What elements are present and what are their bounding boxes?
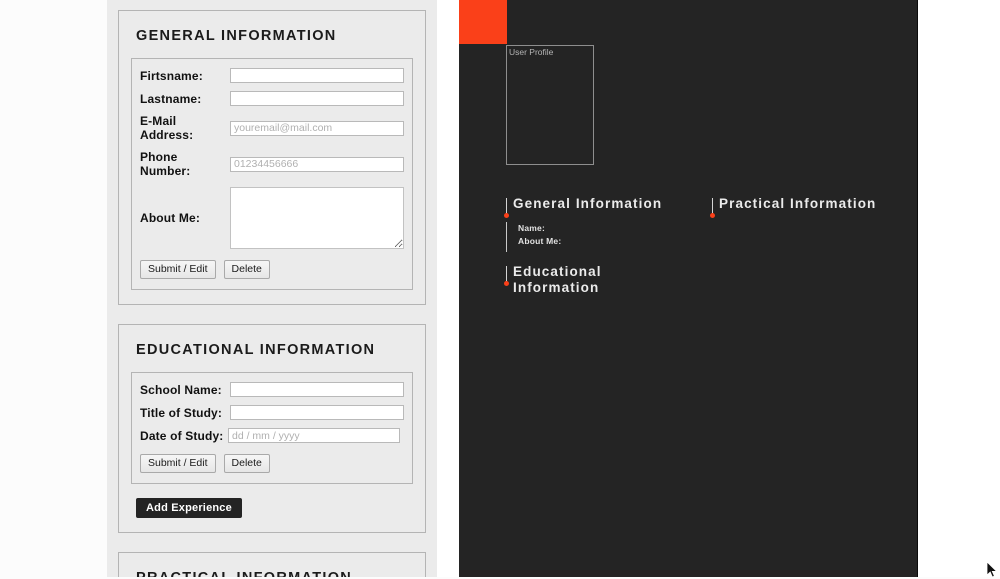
add-experience-button[interactable]: Add Experience: [136, 498, 242, 519]
cv-heading-practical: Practical Information: [710, 196, 910, 218]
submit-edit-button-educational[interactable]: Submit / Edit: [140, 454, 216, 474]
section-practical-information: PRACTICAL INFORMATION Company Name:: [118, 552, 426, 577]
label-about-me: About Me:: [140, 211, 201, 225]
input-email[interactable]: [230, 120, 404, 136]
label-phone: Phone Number:: [140, 150, 191, 178]
cv-heading-educational: Educational Information: [504, 264, 624, 297]
cv-item-name: Name:: [518, 223, 545, 233]
label-firstname: Firtsname:: [140, 68, 203, 83]
cv-heading-general-text: General Information: [513, 196, 663, 211]
button-row-educational: Submit / Edit Delete: [140, 454, 404, 474]
cv-item-about-me: About Me:: [518, 236, 562, 247]
section-title-general: GENERAL INFORMATION: [136, 28, 337, 44]
input-phone[interactable]: [230, 156, 404, 172]
input-title-of-study[interactable]: [230, 405, 404, 421]
section-general-information: GENERAL INFORMATION Firtsname: Lastname:…: [118, 10, 426, 306]
user-profile-image-alt-text: User Profile: [509, 47, 554, 57]
input-about-me[interactable]: [230, 187, 404, 249]
section-title-educational: EDUCATIONAL INFORMATION: [136, 342, 376, 359]
user-profile-image-placeholder: User Profile: [506, 45, 594, 165]
cv-heading-general: General Information: [504, 196, 699, 218]
field-row-phone: Phone Number:: [140, 150, 404, 178]
label-title-of-study: Title of Study:: [140, 405, 223, 420]
cv-heading-practical-text: Practical Information: [719, 196, 877, 211]
delete-button-educational[interactable]: Delete: [223, 454, 270, 474]
accent-block: [459, 0, 507, 44]
label-school-name: School Name:: [140, 382, 222, 397]
field-row-email: E-Mail Address:: [140, 114, 404, 142]
right-gutter: [918, 0, 1000, 577]
cv-heading-educational-text: Educational Information: [513, 264, 602, 296]
fieldset-educational: School Name: Title of Study: Date of Stu…: [131, 372, 413, 485]
label-date-of-study: Date of Study:: [140, 428, 224, 443]
section-title-practical: PRACTICAL INFORMATION: [136, 570, 413, 577]
field-row-title-of-study: Title of Study:: [140, 405, 404, 421]
cv-general-items-bar: [506, 222, 507, 252]
label-email: E-Mail Address:: [140, 114, 194, 142]
input-school-name[interactable]: [230, 382, 404, 398]
fieldset-general: Firtsname: Lastname: E-Mail Address: Pho…: [131, 58, 413, 291]
cv-general-items: Name: About Me:: [504, 222, 561, 252]
field-row-date-of-study: Date of Study:: [140, 428, 404, 444]
field-row-firstname: Firtsname:: [140, 68, 404, 83]
input-firstname[interactable]: [230, 68, 404, 83]
section-educational-information: EDUCATIONAL INFORMATION School Name: Tit…: [118, 324, 426, 534]
middle-gutter: [437, 0, 459, 577]
form-column: GENERAL INFORMATION Firtsname: Lastname:…: [107, 0, 437, 577]
left-gutter: [0, 0, 107, 577]
delete-button-general[interactable]: Delete: [223, 260, 270, 280]
field-row-lastname: Lastname:: [140, 91, 404, 106]
button-row-general: Submit / Edit Delete: [140, 260, 404, 280]
cv-builder-app: GENERAL INFORMATION Firtsname: Lastname:…: [0, 0, 1000, 577]
label-lastname: Lastname:: [140, 91, 202, 106]
field-row-school-name: School Name:: [140, 382, 404, 398]
cv-preview-panel: User Profile General Information Name: A…: [459, 0, 918, 577]
input-date-of-study[interactable]: [228, 428, 400, 444]
field-row-about-me: About Me:: [140, 187, 404, 249]
input-lastname[interactable]: [230, 91, 404, 106]
submit-edit-button-general[interactable]: Submit / Edit: [140, 260, 216, 280]
